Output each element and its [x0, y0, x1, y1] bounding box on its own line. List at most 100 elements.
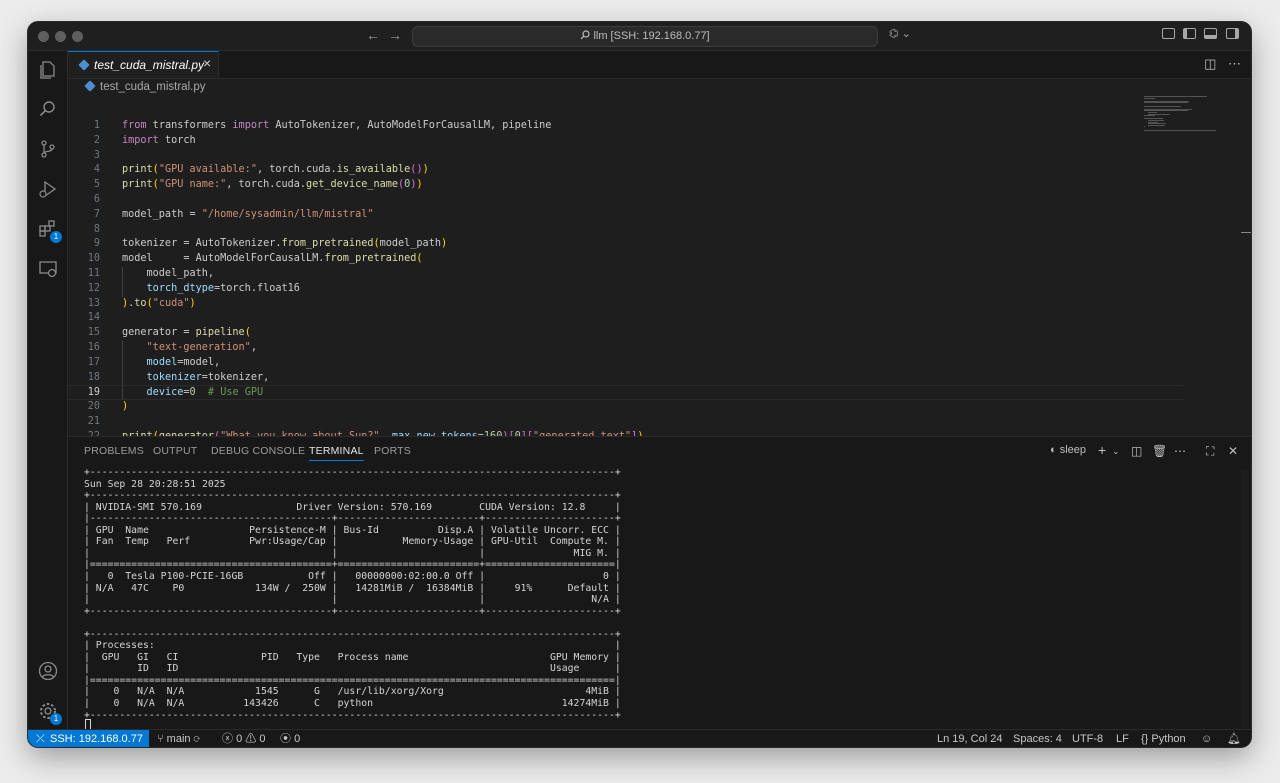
- chevron-down-icon[interactable]: ⌄: [1112, 446, 1120, 457]
- code-line[interactable]: 4 print("GPU available:", torch.cuda.is_a…: [68, 163, 1183, 178]
- tab-terminal[interactable]: TERMINAL: [309, 445, 364, 461]
- code-line[interactable]: 20): [68, 400, 1183, 415]
- back-arrow-icon[interactable]: ←: [366, 27, 380, 43]
- code-line[interactable]: 13).to("cuda"): [68, 297, 1183, 312]
- trash-icon[interactable]: 🗑︎: [1152, 444, 1167, 458]
- remote-indicator[interactable]: ⤫ SSH: 192.168.0.77: [28, 730, 149, 747]
- code-line[interactable]: 7 model_path = "/home/sysadmin/llm/mistra…: [68, 208, 1183, 223]
- problems-indicator[interactable]: ⓧ 0 ⚠ 0: [222, 730, 265, 747]
- extensions-icon[interactable]: 1: [38, 219, 62, 243]
- line-number: 1: [93, 120, 100, 131]
- code-line[interactable]: 18 tokenizer=tokenizer,: [68, 371, 1183, 386]
- tab-test-cuda-mistral[interactable]: test_cuda_mistral.py ×: [68, 51, 219, 78]
- code-line[interactable]: 21: [68, 415, 1183, 430]
- terminal-scrollbar[interactable]: [1241, 469, 1249, 729]
- close-tab-icon[interactable]: ×: [203, 55, 211, 71]
- branch-indicator[interactable]: ⑂ main ⟳: [157, 730, 200, 747]
- code-line[interactable]: 12 torch_dtype=torch.float16: [68, 282, 1183, 297]
- ports-indicator[interactable]: ⦿ 0: [280, 730, 300, 747]
- tab-debug-console[interactable]: DEBUG CONSOLE: [211, 445, 305, 457]
- maximize-panel-icon[interactable]: ⛶: [1206, 444, 1214, 459]
- tab-output[interactable]: OUTPUT: [153, 445, 197, 457]
- code-text: model=model,: [146, 356, 221, 368]
- editor-actions: ◫ ⋯: [1204, 56, 1241, 72]
- code-line[interactable]: 9 tokenizer = AutoTokenizer.from_pretrain…: [68, 237, 1183, 252]
- line-number: 10: [87, 253, 100, 265]
- code-text: import torch: [122, 134, 196, 146]
- end-of-line[interactable]: LF: [1116, 730, 1129, 747]
- code-text: from transformers import AutoTokenizer, …: [122, 120, 552, 131]
- split-terminal-icon[interactable]: ◫: [1131, 444, 1142, 458]
- explorer-icon[interactable]: [38, 59, 58, 79]
- more-icon[interactable]: ⋯: [1174, 444, 1186, 458]
- language-mode[interactable]: {} Python: [1141, 730, 1186, 747]
- indentation[interactable]: Spaces: 4: [1013, 730, 1062, 747]
- code-line[interactable]: 11 model_path,: [68, 267, 1183, 282]
- toggle-primary-sidebar-icon[interactable]: [1183, 28, 1196, 39]
- accounts-icon[interactable]: [38, 661, 58, 681]
- new-terminal-icon[interactable]: +: [1098, 442, 1106, 458]
- more-actions-icon[interactable]: ⋯: [1228, 56, 1241, 71]
- extensions-badge: 1: [50, 231, 62, 243]
- tab-ports[interactable]: PORTS: [374, 445, 411, 457]
- encoding[interactable]: UTF-8: [1072, 730, 1103, 747]
- code-text: ): [122, 401, 129, 413]
- line-number: 2: [93, 134, 100, 146]
- remote-explorer-icon[interactable]: [38, 259, 58, 279]
- code-line[interactable]: 16 "text-generation",: [68, 341, 1183, 356]
- title-bar: ← → llm [SSH: 192.168.0.77] ⌬ ⌄: [28, 22, 1251, 51]
- source-control-icon[interactable]: [38, 139, 58, 159]
- close-panel-icon[interactable]: ✕: [1228, 444, 1238, 458]
- ports-count: 0: [294, 733, 301, 745]
- zoom-window-button[interactable]: [72, 31, 83, 42]
- minimize-window-button[interactable]: [55, 31, 66, 42]
- customize-layout-icon[interactable]: [1162, 28, 1175, 39]
- code-editor[interactable]: 1 from transformers import AutoTokenizer,…: [68, 96, 1213, 436]
- toggle-panel-icon[interactable]: [1204, 28, 1217, 39]
- notifications-bell-icon[interactable]: 🔔︎: [1227, 730, 1241, 747]
- code-line[interactable]: 3: [68, 149, 1183, 164]
- code-line[interactable]: 8: [68, 223, 1183, 238]
- python-file-icon: [78, 59, 90, 71]
- code-line[interactable]: 2 import torch: [68, 134, 1183, 149]
- code-line[interactable]: 1 from transformers import AutoTokenizer,…: [68, 119, 1183, 134]
- code-line[interactable]: 10 model = AutoModelForCausalLM.from_pret…: [68, 252, 1183, 267]
- manage-gear-icon[interactable]: 1: [38, 701, 62, 725]
- toggle-secondary-sidebar-icon[interactable]: [1226, 28, 1239, 39]
- tab-problems[interactable]: PROBLEMS: [84, 445, 144, 457]
- search-view-icon[interactable]: [38, 99, 58, 119]
- code-line[interactable]: 5 print("GPU name:", torch.cuda.get_devic…: [68, 178, 1183, 193]
- terminal-shell-icon: ◐: [1050, 444, 1057, 456]
- command-center[interactable]: llm [SSH: 192.168.0.77]: [412, 26, 878, 47]
- code-line[interactable]: 14: [68, 311, 1183, 326]
- breadcrumb[interactable]: test_cuda_mistral.py: [84, 80, 205, 93]
- code-text: model_path = "/home/sysadmin/llm/mistral…: [122, 208, 374, 220]
- minimap-line: [1144, 102, 1189, 104]
- code-line[interactable]: 15 generator = pipeline(: [68, 326, 1183, 341]
- terminal-line: | | | MIG M. |: [84, 547, 621, 559]
- copilot-status-icon[interactable]: ☺: [1201, 730, 1212, 747]
- code-line[interactable]: 17 model=model,: [68, 356, 1183, 371]
- terminal-line: +---------------------------------------…: [84, 490, 621, 502]
- code-line[interactable]: 6: [68, 193, 1183, 208]
- cursor-position[interactable]: Ln 19, Col 24: [937, 730, 1002, 747]
- terminal-line: | | | N/A |: [84, 594, 621, 606]
- line-number: 3: [93, 149, 100, 161]
- forward-arrow-icon[interactable]: →: [388, 27, 402, 43]
- copilot-icon[interactable]: ⌬ ⌄: [889, 27, 911, 40]
- language-label: Python: [1151, 733, 1186, 745]
- terminal-line: +---------------------------------------…: [84, 467, 621, 478]
- run-and-debug-icon[interactable]: [38, 179, 58, 199]
- line-number: 19: [87, 387, 100, 399]
- split-editor-icon[interactable]: ◫: [1204, 56, 1216, 71]
- minimap[interactable]: [1144, 96, 1224, 136]
- editor-scrollbar[interactable]: [1241, 232, 1251, 233]
- code-line[interactable]: 19 device=0 # Use GPU: [68, 385, 1183, 401]
- terminal-line: | NVIDIA-SMI 570.169 Driver Version: 570…: [84, 501, 621, 513]
- terminal-selector[interactable]: ◐ sleep: [1050, 444, 1086, 456]
- close-window-button[interactable]: [38, 31, 49, 42]
- terminal-output[interactable]: +---------------------------------------…: [84, 467, 1234, 730]
- code-text: torch_dtype=torch.float16: [146, 282, 300, 294]
- line-number: 17: [87, 356, 100, 368]
- code-text: generator = pipeline(: [122, 327, 251, 339]
